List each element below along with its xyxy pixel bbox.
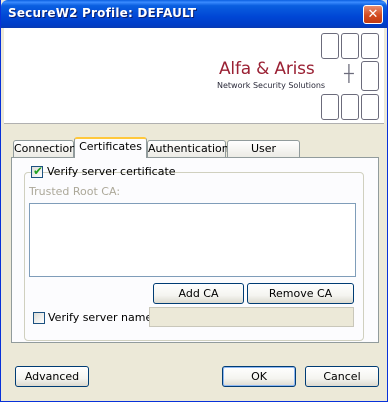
trusted-root-ca-label: Trusted Root CA:: [29, 185, 121, 198]
certificates-tab-page: ✔ Verify server certificate Trusted Root…: [11, 157, 379, 343]
ok-button[interactable]: OK: [222, 366, 296, 387]
server-name-field[interactable]: [149, 307, 354, 327]
brand-banner: ┼ Alfa & Ariss Network Security Solution…: [4, 28, 384, 124]
add-ca-label: Add CA: [178, 287, 219, 300]
advanced-button[interactable]: Advanced: [15, 366, 89, 387]
logo-box: [361, 61, 379, 91]
cancel-label: Cancel: [323, 370, 361, 383]
add-ca-button[interactable]: Add CA: [153, 283, 244, 304]
tab-label: Connection: [14, 142, 77, 155]
remove-ca-button[interactable]: Remove CA: [247, 283, 354, 304]
logo-box: [321, 94, 339, 120]
trusted-root-ca-list[interactable]: [29, 203, 356, 277]
checkmark-icon: ✔: [33, 164, 44, 178]
verify-server-certificate-label[interactable]: Verify server certificate: [47, 165, 176, 178]
close-icon: ✕: [367, 7, 379, 22]
tab-label: Authentication: [148, 142, 229, 155]
tab-user-account[interactable]: User account: [227, 140, 300, 171]
logo-box: [341, 94, 359, 120]
logo-cross-icon: ┼: [344, 64, 354, 83]
verify-server-certificate-checkbox[interactable]: ✔: [31, 164, 44, 178]
logo-box: [361, 33, 379, 59]
title-bar[interactable]: SecureW2 Profile: DEFAULT ✕: [1, 0, 387, 28]
tab-label: Certificates: [79, 140, 142, 153]
brand-name: Alfa & Ariss: [219, 59, 315, 79]
logo-box: [361, 94, 379, 120]
cancel-button[interactable]: Cancel: [305, 366, 379, 387]
tab-panel-area: Connection Certificates Authentication U…: [4, 124, 384, 348]
close-button[interactable]: ✕: [363, 5, 383, 24]
verify-server-name-label[interactable]: Verify server name:: [48, 311, 156, 324]
profile-window: SecureW2 Profile: DEFAULT ✕ ┼ Alfa & Ari…: [0, 0, 388, 402]
tab-authentication[interactable]: Authentication: [147, 140, 229, 157]
tab-certificates[interactable]: Certificates: [74, 137, 147, 158]
advanced-label: Advanced: [24, 370, 80, 383]
logo-box: [341, 33, 359, 59]
logo-box: [321, 33, 339, 59]
verify-server-name-checkbox[interactable]: [33, 312, 45, 324]
brand-subtitle: Network Security Solutions: [217, 81, 326, 90]
tab-connection[interactable]: Connection: [13, 140, 77, 157]
remove-ca-label: Remove CA: [268, 287, 333, 300]
window-title: SecureW2 Profile: DEFAULT: [8, 6, 197, 20]
ok-label: OK: [251, 370, 267, 383]
